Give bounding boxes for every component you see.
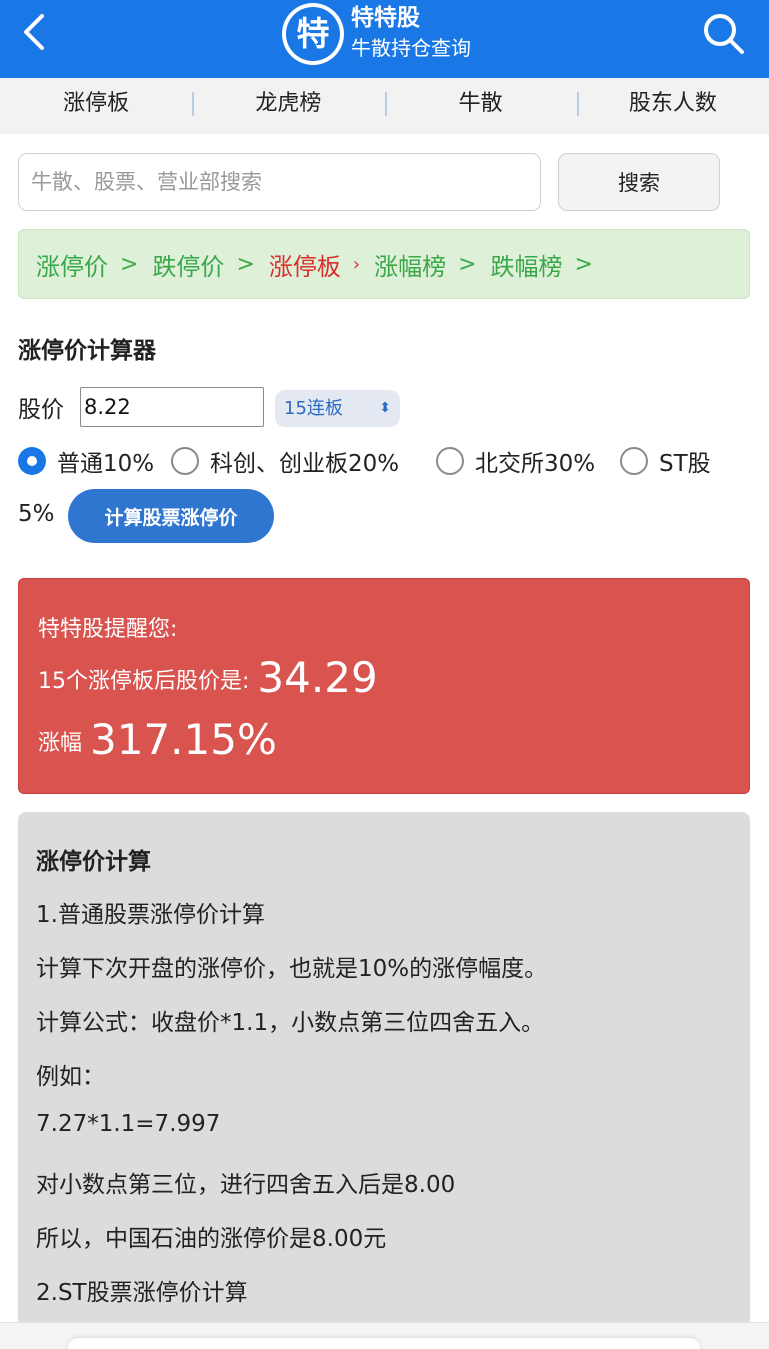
- quick-links: 涨停价 > 跌停价 > 涨停板 › 涨幅榜 > 跌幅榜 >: [18, 229, 750, 299]
- info-line: 例如：: [36, 1064, 105, 1090]
- result-price-line: 15个涨停板后股价是: 34.29: [38, 653, 378, 702]
- app-header: 特 特特股 牛散持仓查询: [0, 0, 769, 78]
- back-arrow-icon: [24, 14, 44, 50]
- radio-dot: [436, 447, 464, 475]
- radio-dot: [171, 447, 199, 475]
- app-subtitle: 牛散持仓查询: [351, 36, 471, 60]
- result-panel: 特特股提醒您: 15个涨停板后股价是: 34.29 涨幅 317.15%: [18, 578, 750, 794]
- radio-st-5[interactable]: ST股: [620, 446, 711, 477]
- search-input[interactable]: [18, 153, 541, 211]
- price-input[interactable]: [80, 387, 264, 427]
- radio-label: 科创、创业板20%: [210, 451, 400, 477]
- board-count-select[interactable]: 15连板 ⬍: [275, 390, 400, 427]
- radio-star-gem-20[interactable]: 科创、创业板20%: [171, 446, 400, 477]
- app-logo: 特: [282, 3, 344, 65]
- chevron-right-icon: >: [458, 251, 477, 277]
- info-heading: 涨停价计算: [36, 849, 151, 875]
- info-line: 计算下次开盘的涨停价，也就是10%的涨停幅度。: [36, 956, 548, 982]
- result-gain-line: 涨幅 317.15%: [38, 715, 277, 764]
- radio-normal-10[interactable]: 普通10%: [18, 446, 155, 477]
- link-limit-down-price[interactable]: 跌停价: [152, 247, 224, 282]
- radio-dot-checked: [18, 447, 46, 475]
- result-gain-label: 涨幅: [38, 731, 83, 756]
- info-line: 所以，中国石油的涨停价是8.00元: [36, 1226, 387, 1252]
- result-gain-value: 317.15%: [90, 715, 277, 764]
- back-button[interactable]: [14, 10, 54, 54]
- radio-label: 北交所30%: [475, 451, 596, 477]
- top-nav: 涨停板 龙虎榜 牛散 股东人数: [0, 78, 769, 134]
- nav-item-shareholders[interactable]: 股东人数: [576, 78, 769, 134]
- chevron-right-icon: ›: [352, 253, 361, 275]
- result-price-label: 15个涨停板后股价是:: [38, 669, 250, 694]
- link-limit-up-price[interactable]: 涨停价: [36, 247, 108, 282]
- result-title: 特特股提醒您:: [38, 617, 178, 642]
- info-line: 对小数点第三位，进行四舍五入后是8.00: [36, 1172, 456, 1198]
- calculator-title: 涨停价计算器: [18, 338, 156, 364]
- info-panel: 涨停价计算 1.普通股票涨停价计算 计算下次开盘的涨停价，也就是10%的涨停幅度…: [18, 812, 750, 1349]
- info-line: 1.普通股票涨停价计算: [36, 902, 265, 928]
- board-count-value: 15连板: [284, 398, 343, 419]
- info-line: 7.27*1.1=7.997: [36, 1111, 221, 1137]
- search-icon: [704, 14, 744, 54]
- price-label: 股价: [18, 397, 64, 423]
- header-search-button[interactable]: [700, 10, 746, 56]
- chevron-right-icon: >: [236, 251, 255, 277]
- radio-dot: [620, 447, 648, 475]
- radio-label: 普通10%: [57, 451, 155, 477]
- search-button[interactable]: 搜索: [558, 153, 720, 211]
- result-price-value: 34.29: [257, 653, 378, 702]
- app-title: 特特股: [351, 5, 420, 31]
- radio-label: ST股: [659, 451, 711, 477]
- link-limit-up-board[interactable]: 涨停板: [269, 247, 341, 282]
- nav-item-investors[interactable]: 牛散: [384, 78, 577, 134]
- nav-item-dragon-tiger[interactable]: 龙虎榜: [192, 78, 384, 134]
- st-percent-label: 5%: [18, 501, 55, 527]
- link-losers[interactable]: 跌幅榜: [491, 247, 563, 282]
- info-line: 2.ST股票涨停价计算: [36, 1280, 248, 1306]
- up-down-chevron-icon: ⬍: [379, 400, 391, 416]
- chevron-right-icon: >: [574, 251, 593, 277]
- logo-char: 特: [286, 7, 340, 61]
- bottom-address-pill[interactable]: [68, 1338, 700, 1349]
- radio-bse-30[interactable]: 北交所30%: [436, 446, 596, 477]
- link-gainers[interactable]: 涨幅榜: [374, 247, 446, 282]
- nav-item-limit-up[interactable]: 涨停板: [0, 78, 192, 134]
- chevron-right-icon: >: [120, 251, 139, 277]
- calculate-button[interactable]: 计算股票涨停价: [68, 489, 274, 543]
- info-line: 计算公式：收盘价*1.1，小数点第三位四舍五入。: [36, 1010, 545, 1036]
